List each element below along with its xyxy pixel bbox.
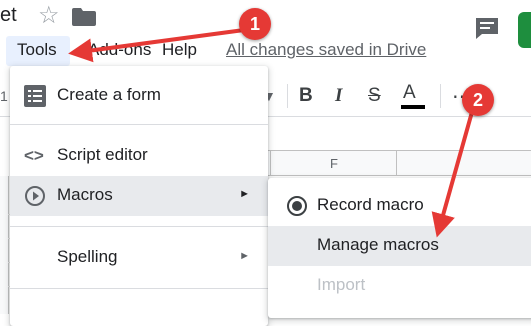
step-2-badge: 2 bbox=[462, 84, 494, 116]
step-1-badge: 1 bbox=[239, 8, 271, 40]
arrow-to-tools bbox=[68, 28, 245, 63]
arrow-to-manage-macros bbox=[431, 111, 474, 238]
annotation-arrows bbox=[68, 28, 474, 238]
